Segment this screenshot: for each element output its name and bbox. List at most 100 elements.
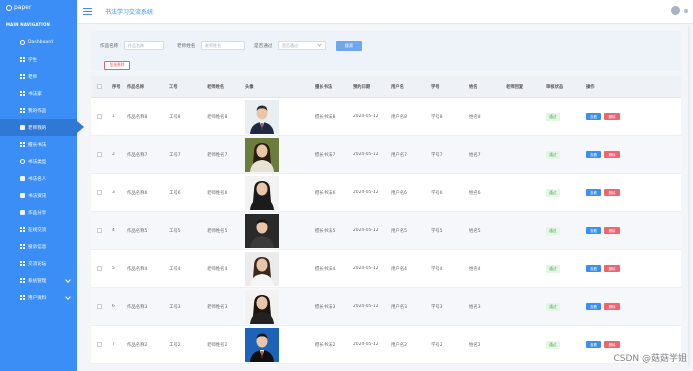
checkbox-box (97, 266, 102, 271)
col-teacher-no[interactable]: 工号 (165, 84, 203, 90)
view-button[interactable]: 查看 (586, 113, 601, 120)
sidebar-item[interactable]: 书法名人 (0, 170, 77, 187)
view-button[interactable]: 查看 (586, 227, 601, 234)
cell-actions: 查看 删除 (582, 151, 632, 158)
cell-student-no: 学号7 (431, 152, 443, 158)
square-icon (20, 125, 25, 130)
sidebar-item[interactable]: 书法类型 (0, 153, 77, 170)
sidebar-item[interactable]: 我的作品 (0, 102, 77, 119)
teacher-photo[interactable] (245, 99, 279, 134)
delete-button[interactable]: 删除 (604, 151, 620, 158)
user-avatar[interactable] (671, 6, 680, 15)
user-menu-icon[interactable] (684, 9, 688, 13)
cell-username: 用户名3 (391, 304, 407, 310)
main-content: 作品名称 作品名称 老师姓名 老师姓名 是否通过 是否通过 搜索 批量删除 序号… (84, 26, 687, 371)
view-button[interactable]: 查看 (586, 265, 601, 272)
teacher-photo[interactable] (245, 213, 279, 248)
sidebar-item-label: 作品分享 (28, 210, 47, 216)
delete-button[interactable]: 删除 (604, 189, 620, 196)
col-username[interactable]: 用户名 (387, 84, 427, 90)
view-button[interactable]: 查看 (586, 151, 601, 158)
sidebar-item[interactable]: 投诉信息 (0, 238, 77, 255)
teacher-photo[interactable] (245, 175, 279, 210)
grid-icon (20, 295, 25, 300)
checkbox-box (97, 342, 102, 347)
app-root: paper MAIN NAVIGATION Dashboard 学生 老师 书法家 我的… (0, 0, 693, 371)
row-checkbox[interactable] (91, 190, 108, 195)
sidebar-item[interactable]: 作品分享 (0, 204, 77, 221)
col-student-no[interactable]: 学号 (427, 84, 465, 90)
status-badge: 通过 (546, 340, 560, 349)
row-checkbox[interactable] (91, 266, 108, 271)
delete-button[interactable]: 删除 (604, 265, 620, 272)
square-icon (20, 176, 25, 181)
view-button[interactable]: 查看 (586, 189, 601, 196)
cell-student-no: 学号4 (431, 266, 443, 272)
sidebar-item[interactable]: 在线交流 (0, 221, 77, 238)
sidebar-item[interactable]: 老师 (0, 68, 77, 85)
filter-label-approved: 是否通过 (254, 44, 273, 49)
sidebar-item-label: 书法资讯 (28, 193, 47, 199)
teacher-photo[interactable] (245, 327, 279, 362)
cell-actions: 查看 删除 (582, 303, 632, 310)
delete-button[interactable]: 删除 (604, 113, 620, 120)
teacher-photo[interactable] (245, 137, 279, 172)
cell-student-no: 学号5 (431, 228, 443, 234)
col-student-name[interactable]: 姓名 (465, 84, 502, 90)
status-badge: 通过 (546, 112, 560, 121)
sidebar-item[interactable]: 书法资讯 (0, 187, 77, 204)
delete-button[interactable]: 删除 (604, 341, 620, 348)
cell-teacher-no: 工号2 (169, 342, 181, 348)
watermark: CSDN @菇菇学姐 (613, 354, 687, 364)
logo[interactable]: paper (6, 4, 31, 11)
cell-work-name: 作品名称8 (127, 114, 148, 120)
col-teacher-name[interactable]: 老师姓名 (203, 84, 241, 90)
teacher-photo[interactable] (245, 251, 279, 286)
col-audit[interactable]: 审核状态 (542, 84, 582, 90)
cell-student-no: 学号3 (431, 304, 443, 310)
sidebar-item[interactable]: 用户资料 (0, 289, 77, 306)
col-specialty[interactable]: 擅长书法 (311, 84, 349, 90)
work-name-input[interactable]: 作品名称 (124, 41, 164, 50)
cell-teacher-name: 老师姓名4 (207, 266, 228, 272)
batch-delete-button[interactable]: 批量删除 (104, 61, 130, 70)
cell-audit: 通过 (542, 112, 582, 121)
cell-work-name: 作品名称7 (127, 152, 148, 158)
row-checkbox[interactable] (91, 228, 108, 233)
sidebar-item[interactable]: 学生 (0, 51, 77, 68)
search-button[interactable]: 搜索 (336, 41, 362, 51)
cell-student-no: 学号2 (431, 342, 443, 348)
col-date[interactable]: 预约日期 (349, 84, 387, 90)
sidebar-item[interactable]: 系统管理 (0, 272, 77, 289)
sidebar-item[interactable]: Dashboard (0, 34, 77, 51)
col-work-name[interactable]: 作品名称 (123, 84, 165, 90)
sidebar-item[interactable]: 擅长书法 (0, 136, 77, 153)
col-actions: 操作 (586, 84, 595, 90)
approved-select[interactable]: 是否通过 (278, 41, 326, 50)
checkbox-box (97, 152, 102, 157)
view-button[interactable]: 查看 (586, 303, 601, 310)
col-avatar[interactable]: 头像 (241, 84, 311, 90)
cell-teacher-no: 工号3 (169, 304, 181, 310)
sidebar-item[interactable]: 老师我的 (0, 119, 84, 136)
delete-button[interactable]: 删除 (604, 227, 620, 234)
row-checkbox[interactable] (91, 114, 108, 119)
sidebar-item[interactable]: 书法家 (0, 85, 77, 102)
scrollbar[interactable] (688, 26, 690, 366)
row-checkbox[interactable] (91, 342, 108, 347)
row-checkbox[interactable] (91, 152, 108, 157)
sidebar-item-label: 书法名人 (28, 176, 47, 182)
row-checkbox[interactable] (91, 304, 108, 309)
select-all-checkbox[interactable] (91, 84, 108, 89)
col-reply[interactable]: 老师回复 (502, 84, 542, 90)
data-table: 序号 作品名称 工号 老师姓名 头像 擅长书法 预约日期 用户名 学号 姓名 老… (91, 76, 681, 364)
view-button[interactable]: 查看 (586, 341, 601, 348)
teacher-photo[interactable] (245, 289, 279, 324)
teacher-name-input[interactable]: 老师姓名 (201, 41, 245, 50)
delete-button[interactable]: 删除 (604, 303, 620, 310)
cell-date: 2024-05-12 (353, 342, 379, 347)
cell-index: 3 (112, 190, 115, 195)
cell-avatar (241, 99, 311, 134)
menu-toggle-icon[interactable] (83, 8, 92, 15)
sidebar-item[interactable]: 交流论坛 (0, 255, 77, 272)
